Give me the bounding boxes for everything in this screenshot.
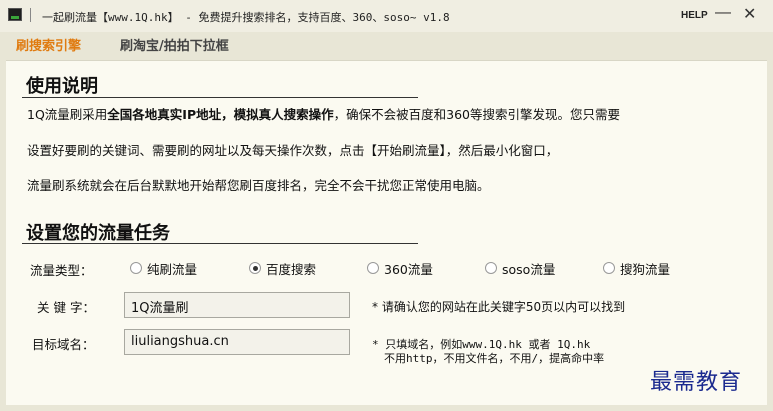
radio-label: 纯刷流量 [147, 261, 198, 277]
radio-label: 百度搜索 [266, 261, 317, 277]
radio-circle [130, 262, 142, 274]
radio-label: 360流量 [384, 261, 433, 277]
radio-360-traffic[interactable]: 360流量 [367, 260, 433, 277]
radio-circle [367, 262, 379, 274]
instructions-rule [22, 97, 418, 98]
radio-circle [249, 262, 261, 274]
watermark-text: 最需教育 [650, 370, 743, 395]
window-title: 一起刷流量【www.1Q.hk】 - 免费提升搜索排名，支持百度、360、sos… [42, 11, 450, 24]
radio-circle [485, 262, 497, 274]
domain-note-line-2: 不用http，不用文件名，不用/，提高命中率 [384, 352, 605, 365]
task-title: 设置您的流量任务 [26, 223, 170, 244]
title-bar: 一起刷流量【www.1Q.hk】 - 免费提升搜索排名，支持百度、360、sos… [0, 0, 773, 32]
radio-circle [603, 262, 615, 274]
radio-label: soso流量 [502, 261, 556, 277]
tab-taobao-dropdown[interactable]: 刷淘宝/拍拍下拉框 [120, 35, 229, 54]
instructions-line-3: 流量刷系统就会在后台默默地开始帮您刷百度排名，完全不会干扰您正常使用电脑。 [27, 178, 490, 193]
radio-baidu-search[interactable]: 百度搜索 [249, 260, 317, 277]
radio-sogou-traffic[interactable]: 搜狗流量 [603, 260, 671, 277]
domain-input[interactable]: liuliangshua.cn [124, 329, 350, 355]
help-button[interactable]: HELP [681, 10, 708, 21]
keyword-label: 关 键 字： [37, 300, 95, 315]
minimize-button[interactable]: — [715, 4, 731, 22]
title-separator [30, 8, 31, 22]
radio-label: 搜狗流量 [620, 261, 671, 277]
domain-label: 目标域名： [32, 337, 95, 352]
keyword-note: * 请确认您的网站在此关键字50页以内可以找到 [372, 300, 626, 314]
task-rule [22, 243, 418, 244]
traffic-type-label: 流量类型： [30, 263, 93, 278]
instructions-line-2: 设置好要刷的关键词、需要刷的网址以及每天操作次数，点击【开始刷流量】，然后最小化… [27, 143, 559, 158]
instructions-line-1: 1Q流量刷采用全国各地真实IP地址，模拟真人搜索操作，确保不会被百度和360等搜… [27, 107, 620, 122]
keyword-input[interactable]: 1Q流量刷 [124, 292, 350, 318]
tab-search-engine[interactable]: 刷搜索引擎 [16, 35, 81, 54]
radio-pure-traffic[interactable]: 纯刷流量 [130, 260, 198, 277]
instructions-title: 使用说明 [26, 76, 98, 97]
app-icon [8, 8, 22, 21]
close-button[interactable]: ✕ [743, 4, 756, 24]
window-bottom-edge [0, 405, 773, 411]
radio-soso-traffic[interactable]: soso流量 [485, 260, 556, 277]
